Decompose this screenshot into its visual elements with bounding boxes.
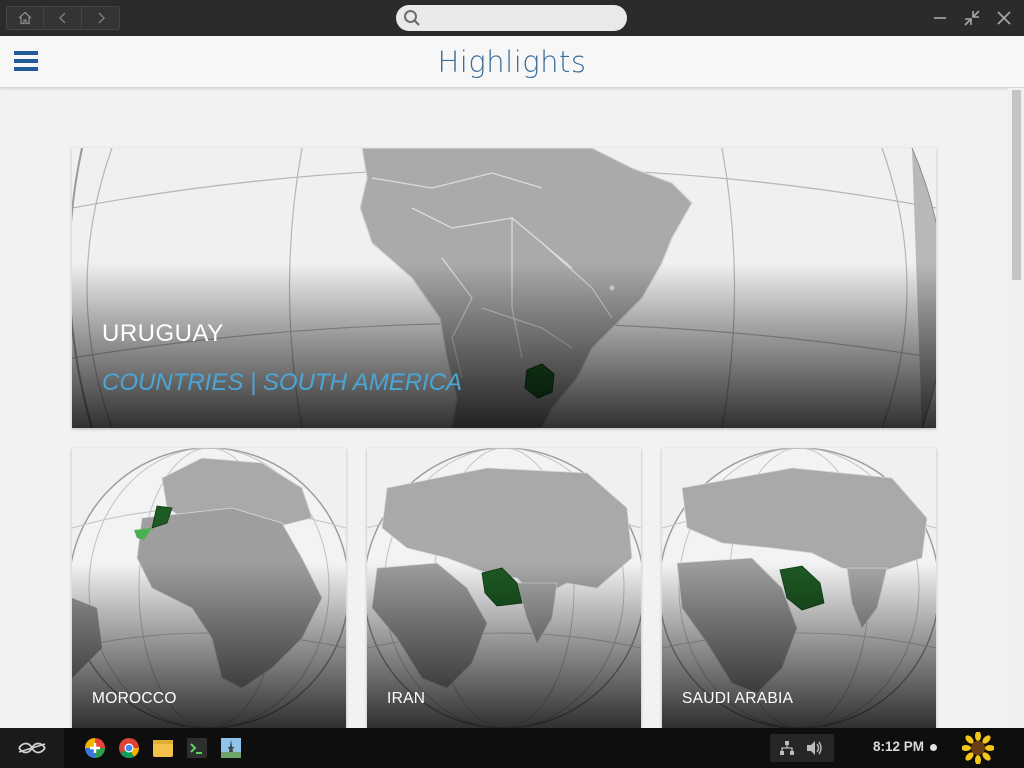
country-card-saudi-arabia[interactable]: SAUDI ARABIA: [662, 448, 936, 728]
app-header: Highlights: [0, 36, 1024, 88]
volume-icon[interactable]: [806, 740, 824, 756]
app-store-icon: [85, 738, 105, 758]
forward-button[interactable]: [82, 6, 120, 30]
endless-logo-icon: [18, 742, 46, 754]
folder-icon: [153, 740, 173, 757]
close-icon: [997, 11, 1011, 25]
terminal-icon: [187, 738, 207, 758]
notification-indicator[interactable]: [930, 744, 937, 751]
card-title: SAUDI ARABIA: [682, 690, 794, 707]
home-icon: [18, 11, 32, 25]
search-input[interactable]: [424, 8, 614, 28]
restore-icon: [964, 10, 980, 26]
terminal-app[interactable]: [186, 737, 208, 759]
file-manager-app[interactable]: [152, 737, 174, 759]
chevron-right-icon: [97, 12, 105, 24]
featured-subtitle[interactable]: COUNTRIES | SOUTH AMERICA: [102, 369, 462, 397]
search-icon: [404, 10, 420, 26]
minimize-button[interactable]: [924, 6, 956, 30]
eiffel-tower-icon: [221, 738, 241, 758]
sunflower-icon[interactable]: [962, 732, 994, 764]
clock[interactable]: 8:12 PM: [873, 739, 924, 754]
start-menu-button[interactable]: [0, 728, 64, 768]
country-card-iran[interactable]: IRAN: [367, 448, 641, 728]
featured-card[interactable]: URUGUAY COUNTRIES | SOUTH AMERICA: [72, 148, 936, 428]
software-center-app[interactable]: [84, 737, 106, 759]
system-tray: [770, 734, 834, 762]
restore-button[interactable]: [956, 6, 988, 30]
scrollbar-thumb[interactable]: [1012, 90, 1021, 280]
chevron-left-icon: [58, 12, 66, 24]
chrome-icon: [119, 738, 140, 759]
chrome-app[interactable]: [118, 737, 140, 759]
card-title: MOROCCO: [92, 690, 177, 707]
page-title: Highlights: [437, 45, 587, 79]
close-button[interactable]: [988, 6, 1020, 30]
navigation-buttons: [6, 6, 120, 30]
home-button[interactable]: [6, 6, 44, 30]
browser-toolbar: [0, 0, 1024, 36]
country-card-morocco[interactable]: MOROCCO: [72, 448, 346, 728]
minimize-icon: [934, 17, 946, 19]
image-viewer-app[interactable]: [220, 737, 242, 759]
taskbar: 8:12 PM: [0, 728, 1024, 768]
featured-title: URUGUAY: [102, 320, 224, 347]
card-title: IRAN: [387, 690, 426, 707]
network-icon[interactable]: [779, 740, 795, 756]
search-field[interactable]: [396, 5, 627, 31]
window-controls: [924, 6, 1020, 30]
vertical-scrollbar[interactable]: [1008, 88, 1024, 728]
back-button[interactable]: [44, 6, 82, 30]
